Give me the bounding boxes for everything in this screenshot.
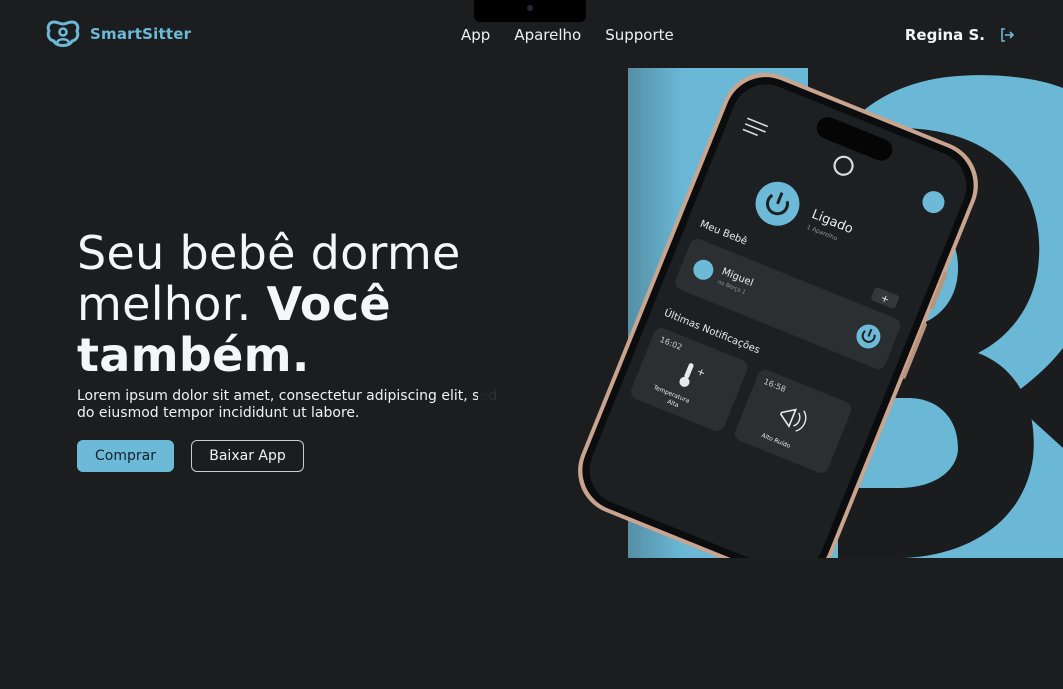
main-nav: App Aparelho Supporte	[461, 26, 674, 44]
nav-item-app[interactable]: App	[461, 26, 490, 44]
smartsitter-logo-icon	[46, 20, 80, 47]
hero-title-strong-1: Você	[266, 277, 391, 331]
phone-mockup: Ligado 1 Aparelho Meu Bebê + Miguel no B…	[578, 72, 978, 558]
brand-name: SmartSitter	[90, 25, 192, 43]
hero-subtitle: Lorem ipsum dolor sit amet, consectetur …	[77, 388, 497, 421]
brand-logo[interactable]: SmartSitter	[46, 18, 191, 50]
user-menu: Regina S.	[905, 26, 1015, 44]
download-app-button[interactable]: Baixar App	[191, 440, 304, 472]
nav-item-aparelho[interactable]: Aparelho	[514, 26, 581, 44]
site-header: SmartSitter App Aparelho Supporte Regina…	[0, 0, 1063, 70]
user-name[interactable]: Regina S.	[905, 26, 985, 44]
logout-icon[interactable]	[999, 27, 1015, 43]
hero-title: Seu bebê dorme melhor. Você também.	[77, 228, 517, 381]
nav-item-supporte[interactable]: Supporte	[605, 26, 674, 44]
hero-illustration: Ligado 1 Aparelho Meu Bebê + Miguel no B…	[478, 68, 1063, 558]
buy-button[interactable]: Comprar	[77, 440, 174, 472]
hero-title-strong-2: também.	[77, 328, 310, 382]
